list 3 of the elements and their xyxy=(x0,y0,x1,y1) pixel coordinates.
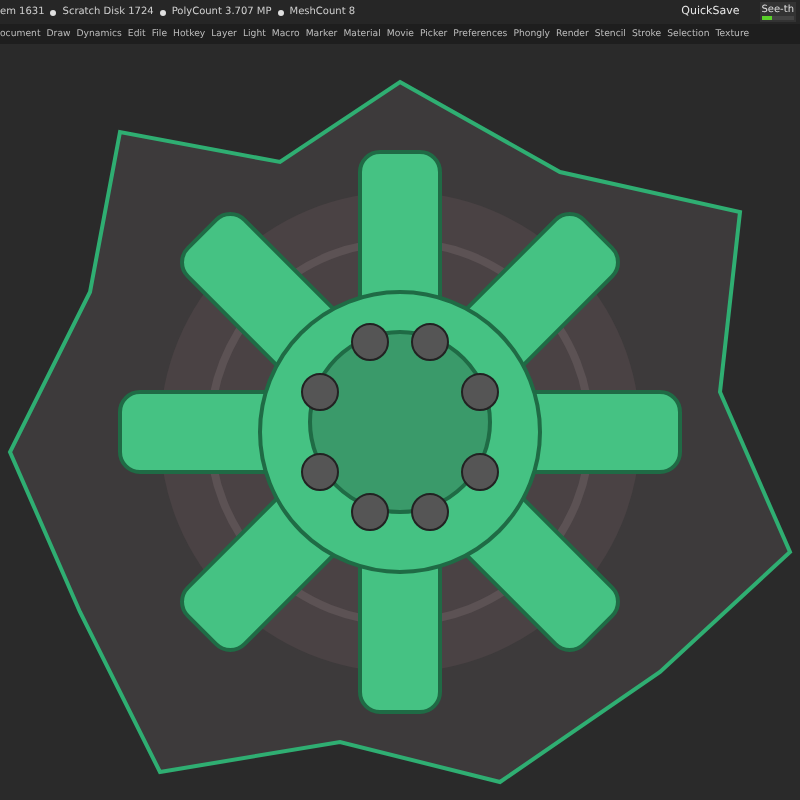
separator-dot-icon xyxy=(159,9,166,15)
separator-dot-icon xyxy=(277,9,284,15)
separator-dot-icon xyxy=(50,9,57,15)
